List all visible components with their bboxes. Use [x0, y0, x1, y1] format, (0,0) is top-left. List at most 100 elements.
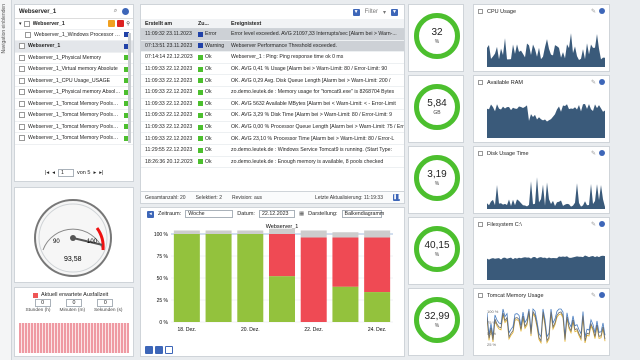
kpi-gauge-panel: 3,19%: [408, 146, 464, 214]
last-page-icon[interactable]: ▸|: [99, 170, 103, 176]
event-text: OK. AVG 0,00 % Processor Queue Length [A…: [231, 124, 404, 131]
event-row[interactable]: 11:09:33 22.12.2023 Ok OK. AVG 5632 Availa…: [141, 99, 404, 111]
bar-unknown: [173, 230, 200, 234]
checkbox[interactable]: [478, 80, 483, 85]
next-page-icon[interactable]: ▸: [93, 170, 96, 176]
event-row[interactable]: 11:09:32 23.11.2023 Error Error level exce…: [141, 29, 404, 41]
checkbox[interactable]: [19, 66, 25, 73]
settings-icon[interactable]: [599, 79, 605, 85]
settings-icon[interactable]: [599, 150, 605, 156]
edit-icon[interactable]: ✎: [591, 292, 596, 299]
expand-icon[interactable]: ▾: [19, 21, 22, 27]
edit-icon[interactable]: ✎: [591, 221, 596, 228]
tree-root[interactable]: ▾ Webserver_1 ⚲: [15, 18, 133, 30]
date-input[interactable]: 22.12.2023: [258, 210, 295, 218]
checkbox[interactable]: [478, 293, 483, 298]
export-icon[interactable]: [165, 346, 173, 354]
tree-item[interactable]: Webserver_1: [15, 41, 133, 53]
tree-item[interactable]: Webserver_1_Tomcat Memory Pools_P...: [15, 99, 133, 110]
filter-label[interactable]: Filter: [365, 9, 378, 15]
checkbox[interactable]: [19, 54, 25, 61]
col-text[interactable]: Ereignistext: [228, 21, 404, 27]
tree-item[interactable]: Webserver_1_Tomcat Memory Pools_P...: [15, 110, 133, 122]
calendar-icon[interactable]: ▦: [299, 211, 304, 217]
checkbox[interactable]: [23, 20, 30, 27]
chart-view-icon[interactable]: [145, 346, 153, 354]
scrollbar[interactable]: [128, 33, 131, 143]
tree-item[interactable]: Webserver_1_Physical Memory: [15, 53, 133, 64]
event-row[interactable]: 11:09:33 22.12.2023 Ok zo.demo.leutek.de :…: [141, 87, 404, 99]
period-select[interactable]: Woche: [185, 210, 234, 218]
event-row[interactable]: 18:26:36 20.12.2023 Ok zo.demo.leutek.de :…: [141, 157, 404, 169]
pin-icon[interactable]: ⌕: [112, 8, 119, 15]
bar-unknown: [205, 230, 232, 234]
checkbox[interactable]: [19, 89, 25, 96]
warning-icon: [108, 20, 116, 28]
navigation-strip[interactable]: Navigation einblenden: [0, 0, 12, 360]
tree-item[interactable]: Webserver_1_Tomcat Memory Pools_T...: [15, 133, 133, 145]
tree-item-label: Webserver_1_Physical memory Absolute: [28, 89, 121, 96]
filter-icon[interactable]: ▼: [352, 8, 360, 16]
settings-icon[interactable]: [599, 221, 605, 227]
tree-item-label: Webserver_1_Tomcat Memory Pools_T...: [28, 123, 121, 130]
tree-item-label: Webserver_1_Tomcat Memory Pools_T...: [28, 135, 121, 142]
y-tick: 0 %: [159, 320, 168, 326]
mini-chart-panel: CPU Usage ✎: [473, 4, 610, 72]
filter-dropdown-icon[interactable]: ▾: [383, 9, 386, 16]
event-row[interactable]: 11:29:55 22.12.2023 Ok zo.demo.leutek.de :…: [141, 145, 404, 157]
event-row[interactable]: 07:13:51 23.11.2023 Warning Webserver Perf…: [141, 40, 404, 53]
clear-filter-icon[interactable]: ▼: [391, 8, 398, 16]
mini-chart-panel: Tomcat Memory Usage ✎ 100 % 75 % 50 % 25 %: [473, 288, 610, 356]
event-status: Ok: [205, 124, 212, 131]
selected-count: Selektiert: 2: [195, 194, 222, 201]
search-icon[interactable]: ⚲: [126, 21, 130, 27]
status-square: [198, 66, 203, 72]
col-created[interactable]: Erstellt am: [141, 21, 198, 27]
edit-icon[interactable]: ✎: [591, 150, 596, 157]
prev-icon[interactable]: ◂: [147, 210, 154, 218]
tree-item[interactable]: Webserver_1_Physical memory Absolute: [15, 87, 133, 99]
event-row[interactable]: 11:09:33 22.12.2023 Ok OK. AVG 0,00 % Proc…: [141, 122, 404, 134]
mini-chart-title: Filesystem C:\: [487, 222, 522, 228]
event-date: 18:26:36 20.12.2023: [145, 158, 193, 165]
tree-item[interactable]: Webserver_1_CPU Usage_USAGE: [15, 76, 133, 87]
checkbox[interactable]: [19, 43, 25, 50]
first-page-icon[interactable]: |◂: [45, 170, 49, 176]
checkbox[interactable]: [19, 77, 25, 84]
checkbox[interactable]: [19, 135, 25, 142]
event-row[interactable]: 11:09:33 22.12.2023 Ok OK. AVG 0,41 % Usag…: [141, 64, 404, 76]
kpi-gauge-panel: 40,15%: [408, 217, 464, 285]
checkbox[interactable]: [478, 9, 483, 14]
event-date: 11:09:33 22.12.2023: [145, 77, 193, 84]
col-status[interactable]: Zu...: [198, 21, 228, 27]
status-square: [198, 101, 203, 107]
view-select[interactable]: Balkendiagramm: [341, 210, 384, 218]
event-row[interactable]: 11:09:33 22.12.2023 Ok OK. AVG 0,29 Avg. D…: [141, 75, 404, 87]
kpi-value: 3,19: [427, 169, 447, 180]
bar-uptime: [237, 234, 264, 322]
mini-chart: [487, 33, 605, 67]
tree-item[interactable]: Webserver_1_Tomcat Memory Pools_T...: [15, 122, 133, 133]
settings-icon[interactable]: [599, 292, 605, 298]
settings-icon[interactable]: [122, 8, 129, 15]
checkbox[interactable]: [478, 222, 483, 227]
tree-item-label: Webserver_1_Physical Memory: [28, 54, 102, 61]
checkbox[interactable]: [19, 100, 25, 107]
edit-icon[interactable]: ✎: [591, 8, 596, 15]
event-row[interactable]: 07:14:14 22.12.2023 Ok Webserver_1 : Ping:…: [141, 52, 404, 64]
checkbox[interactable]: [19, 112, 25, 119]
checkbox[interactable]: [19, 123, 25, 130]
page-input[interactable]: 1: [57, 169, 74, 177]
tree-child[interactable]: Webserver_1_Windows Processor L...: [15, 30, 133, 41]
table-view-icon[interactable]: [155, 346, 163, 354]
event-row[interactable]: 11:09:33 22.12.2023 Ok OK. AVG 23,10 % Pro…: [141, 133, 404, 145]
prev-page-icon[interactable]: ◂: [52, 170, 55, 176]
pause-icon[interactable]: ❚❚: [393, 194, 401, 201]
tree-item[interactable]: Webserver_1_Virtual memory Absolute: [15, 64, 133, 76]
settings-icon[interactable]: [599, 8, 605, 14]
event-row[interactable]: 11:09:33 22.12.2023 Ok OK. AVG 3,29 % Disk…: [141, 110, 404, 122]
edit-icon[interactable]: ✎: [591, 79, 596, 86]
bar-downtime: [332, 237, 359, 287]
checkbox[interactable]: [478, 151, 483, 156]
checkbox[interactable]: [25, 31, 31, 38]
